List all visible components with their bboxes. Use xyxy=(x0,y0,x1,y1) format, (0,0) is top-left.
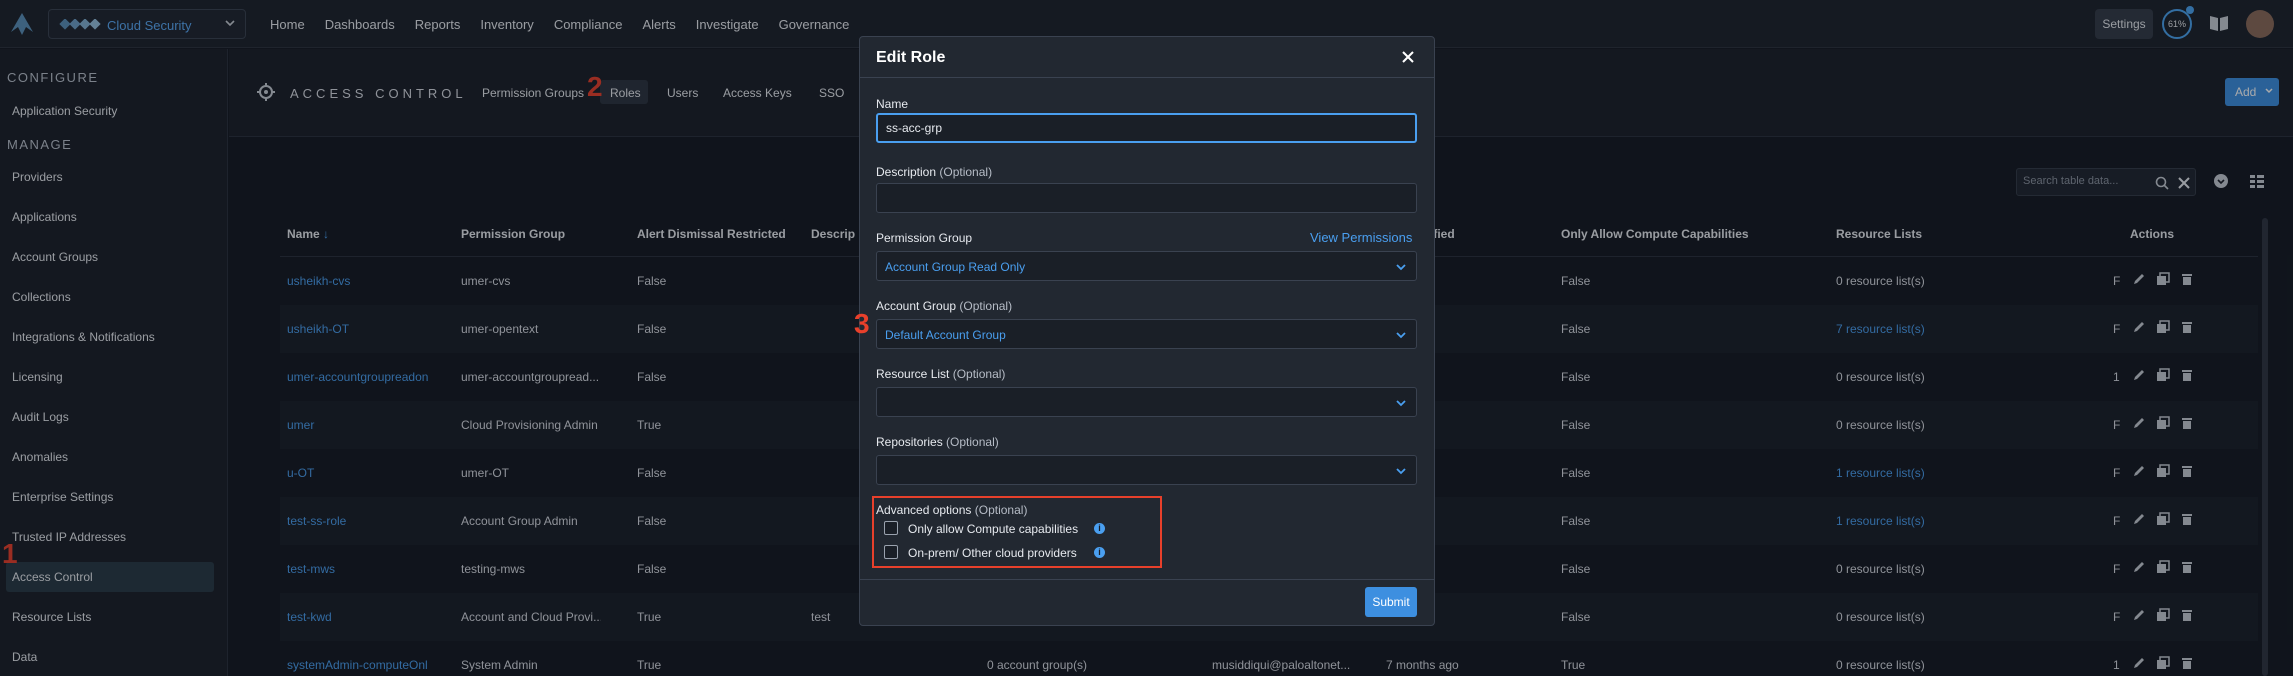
resource-list-select[interactable] xyxy=(876,387,1417,417)
advanced-options-label: Advanced options (Optional) xyxy=(876,503,1027,517)
repositories-select[interactable] xyxy=(876,455,1417,485)
chevron-down-icon xyxy=(1396,332,1406,339)
onprem-checkbox[interactable] xyxy=(884,545,898,559)
close-icon[interactable] xyxy=(1400,49,1416,65)
permission-group-label: Permission Group xyxy=(876,231,973,245)
repositories-label-text: Repositories xyxy=(876,435,943,449)
account-group-label: Account Group (Optional) xyxy=(876,299,1012,313)
permission-group-select[interactable]: Account Group Read Only xyxy=(876,251,1417,281)
advanced-options-label-text: Advanced options xyxy=(876,503,972,517)
chevron-down-icon xyxy=(1396,264,1406,271)
description-label-text: Description xyxy=(876,165,937,179)
optional-tag: (Optional) xyxy=(959,299,1013,313)
optional-tag: (Optional) xyxy=(974,503,1028,517)
annotation-number-3: 3 xyxy=(854,308,870,339)
info-icon[interactable]: i xyxy=(1094,547,1105,558)
info-icon[interactable]: i xyxy=(1094,523,1105,534)
chevron-down-icon xyxy=(1396,468,1406,475)
optional-tag: (Optional) xyxy=(939,165,993,179)
permission-group-value: Account Group Read Only xyxy=(885,260,1026,274)
account-group-select[interactable]: Default Account Group xyxy=(876,319,1417,349)
modal-title: Edit Role xyxy=(876,49,946,66)
compute-only-label: Only allow Compute capabilities xyxy=(908,522,1079,536)
submit-button[interactable]: Submit xyxy=(1365,587,1417,617)
resource-list-label-text: Resource List xyxy=(876,367,950,381)
description-label: Description (Optional) xyxy=(876,165,992,179)
view-permissions-link[interactable]: View Permissions xyxy=(1310,230,1412,245)
name-label: Name xyxy=(876,97,909,111)
modal-header-divider xyxy=(860,77,1434,78)
optional-tag: (Optional) xyxy=(952,367,1006,381)
repositories-label: Repositories (Optional) xyxy=(876,435,999,449)
resource-list-label: Resource List (Optional) xyxy=(876,367,1005,381)
optional-tag: (Optional) xyxy=(946,435,999,449)
description-field[interactable] xyxy=(876,183,1417,213)
modal-footer-divider xyxy=(860,579,1434,580)
account-group-value: Default Account Group xyxy=(885,328,1006,342)
edit-role-modal: Edit Role Name Description (Optional) Pe… xyxy=(859,36,1435,626)
compute-only-checkbox[interactable] xyxy=(884,521,898,535)
chevron-down-icon xyxy=(1396,400,1406,407)
account-group-label-text: Account Group xyxy=(876,299,957,313)
name-field[interactable] xyxy=(876,113,1417,143)
onprem-label: On-prem/ Other cloud providers xyxy=(908,546,1077,560)
